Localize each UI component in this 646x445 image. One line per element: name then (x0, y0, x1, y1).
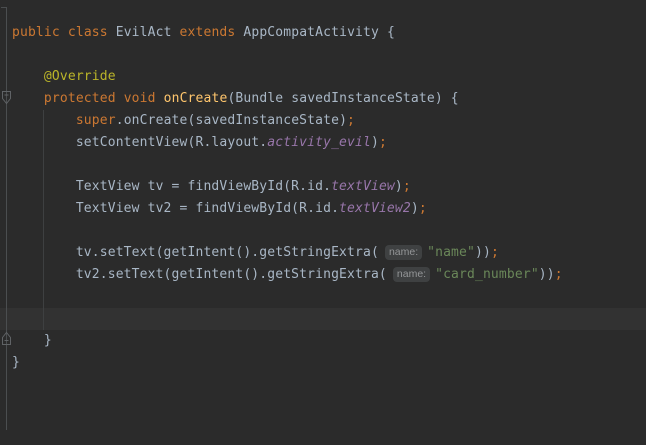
code-token (156, 91, 164, 106)
code-token: ) (371, 135, 379, 150)
code-token: void (124, 91, 156, 106)
fold-region-line (6, 7, 7, 430)
code-line[interactable]: tv.setText(getIntent().getStringExtra( na… (0, 242, 646, 264)
code-token: ; (403, 179, 411, 194)
fold-region-start-icon (0, 90, 13, 106)
code-token: @Override (44, 69, 116, 84)
code-token: ; (555, 267, 563, 282)
code-line[interactable]: @Override (0, 66, 646, 88)
code-token: TextView tv2 = findViewById(R.id. (12, 201, 339, 216)
code-token: } (12, 355, 20, 370)
code-token: ; (347, 113, 355, 128)
code-token: .onCreate(savedInstanceState) (116, 113, 347, 128)
code-token: ) (395, 179, 403, 194)
code-token: activity_evil (267, 135, 371, 150)
code-token: class (68, 25, 108, 40)
code-token: public (12, 25, 60, 40)
code-token: )) (539, 267, 555, 282)
code-token (116, 91, 124, 106)
code-token: ) (411, 201, 419, 216)
code-line[interactable] (0, 220, 646, 242)
code-line[interactable]: tv2.setText(getIntent().getStringExtra( n… (0, 264, 646, 286)
code-line[interactable]: public class EvilAct extends AppCompatAc… (0, 22, 646, 44)
code-token: ; (491, 245, 499, 260)
code-token: ; (379, 135, 387, 150)
code-token: ; (419, 201, 427, 216)
parameter-name-hint: name: (393, 267, 430, 282)
code-line[interactable]: TextView tv = findViewById(R.id.textView… (0, 176, 646, 198)
code-line-current[interactable] (0, 308, 646, 330)
code-token: (Bundle savedInstanceState) { (227, 91, 458, 106)
fold-start-marker[interactable] (0, 90, 13, 106)
code-line[interactable]: TextView tv2 = findViewById(R.id.textVie… (0, 198, 646, 220)
code-token: tv2.setText(getIntent().getStringExtra( (12, 267, 387, 282)
code-token: protected (44, 91, 116, 106)
code-token (60, 25, 68, 40)
code-line[interactable]: setContentView(R.layout.activity_evil); (0, 132, 646, 154)
code-line[interactable] (0, 286, 646, 308)
code-token: "name" (427, 245, 475, 260)
code-token: TextView tv = findViewById(R.id. (12, 179, 331, 194)
code-line[interactable]: } (0, 352, 646, 374)
code-token: textView2 (339, 201, 411, 216)
code-token: AppCompatActivity { (235, 25, 395, 40)
code-editor: public class EvilAct extends AppCompatAc… (0, 0, 646, 445)
code-line[interactable] (0, 44, 646, 66)
code-area[interactable]: public class EvilAct extends AppCompatAc… (0, 0, 646, 445)
code-token: } (12, 333, 52, 348)
code-token: onCreate (164, 91, 228, 106)
code-token: setContentView(R.layout. (12, 135, 267, 150)
code-token: super (76, 113, 116, 128)
code-token: EvilAct (108, 25, 180, 40)
code-line[interactable]: protected void onCreate(Bundle savedInst… (0, 88, 646, 110)
fold-end-marker[interactable] (0, 330, 13, 346)
code-token: )) (475, 245, 491, 260)
code-token: "card_number" (435, 267, 539, 282)
code-token (12, 91, 44, 106)
fold-region-end-icon (0, 330, 13, 346)
code-token (12, 69, 44, 84)
indent-guide (43, 110, 44, 330)
code-token: extends (180, 25, 236, 40)
code-token: textView (331, 179, 395, 194)
code-token: tv.setText(getIntent().getStringExtra( (12, 245, 379, 260)
code-line[interactable]: } (0, 330, 646, 352)
code-line[interactable]: super.onCreate(savedInstanceState); (0, 110, 646, 132)
code-line[interactable] (0, 154, 646, 176)
parameter-name-hint: name: (385, 245, 422, 260)
